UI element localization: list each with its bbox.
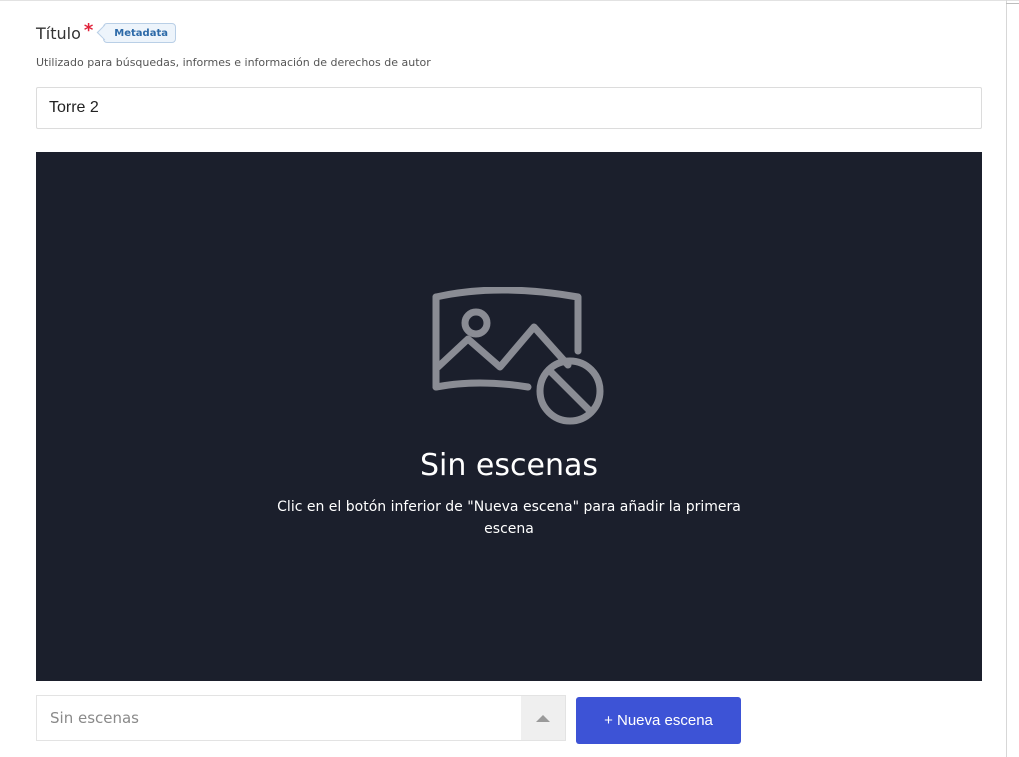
field-label: Título xyxy=(36,23,81,43)
empty-state-description: Clic en el botón inferior de "Nueva esce… xyxy=(277,499,741,537)
title-field-header: Título * Metadata xyxy=(36,19,176,44)
image-off-icon xyxy=(432,287,604,425)
side-divider xyxy=(1006,0,1007,757)
field-helper-text: Utilizado para búsquedas, informes e inf… xyxy=(36,56,431,69)
metadata-badge: Metadata xyxy=(103,23,176,43)
title-input[interactable] xyxy=(36,87,982,129)
scene-select[interactable]: Sin escenas xyxy=(36,695,566,741)
scene-select-placeholder: Sin escenas xyxy=(50,709,139,727)
required-asterisk: * xyxy=(83,19,94,41)
scene-preview-stage: Sin escenas Clic en el botón inferior de… xyxy=(36,152,982,681)
empty-state-title: Sin escenas xyxy=(420,448,598,483)
top-divider xyxy=(0,0,1019,7)
metadata-badge-label: Metadata xyxy=(114,27,168,39)
caret-up-icon xyxy=(536,714,550,722)
new-scene-button[interactable]: + Nueva escena xyxy=(576,697,741,744)
side-divider-tick xyxy=(1006,3,1019,4)
scene-select-toggle[interactable] xyxy=(521,696,565,740)
